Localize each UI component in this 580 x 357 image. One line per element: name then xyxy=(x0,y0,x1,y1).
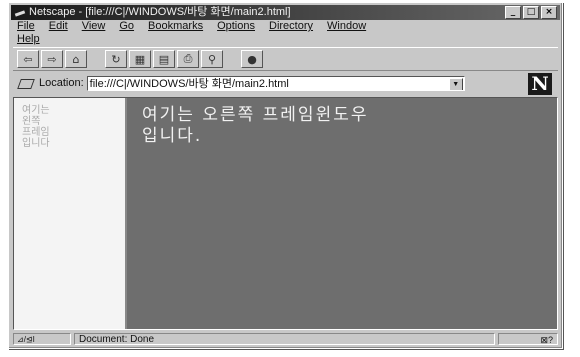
menu-directory[interactable]: Directory xyxy=(269,20,313,33)
location-value: file:///C|/WINDOWS/바탕 화면/main2.html xyxy=(89,77,289,90)
bookmark-icon[interactable] xyxy=(17,76,35,90)
forward-icon[interactable]: ⇨ xyxy=(41,50,63,68)
frameset: 여기는 왼쪽 프레임 입니다 여기는 오른쪽 프레임윈도우 입니다. xyxy=(13,97,558,330)
maximize-button[interactable]: □ xyxy=(523,6,539,19)
home-icon[interactable]: ⌂ xyxy=(65,50,87,68)
mail-icon[interactable]: ⊠? xyxy=(498,333,558,345)
status-text: Document: Done xyxy=(74,333,495,345)
browser-window: Netscape - [file:///C|/WINDOWS/바탕 화면/mai… xyxy=(8,2,563,349)
menu-edit[interactable]: Edit xyxy=(49,20,68,33)
status-bar: ⊿/⊴ⅼ Document: Done ⊠? xyxy=(13,332,558,346)
window-title: Netscape - [file:///C|/WINDOWS/바탕 화면/mai… xyxy=(29,6,291,18)
location-bar: Location: file:///C|/WINDOWS/바탕 화면/main2… xyxy=(13,71,558,95)
open-icon[interactable]: ▤ xyxy=(153,50,175,68)
menu-go[interactable]: Go xyxy=(119,20,134,33)
menu-help[interactable]: Help xyxy=(17,33,40,46)
close-button[interactable]: × xyxy=(541,6,557,19)
stop-icon[interactable]: ● xyxy=(241,50,263,68)
menu-bar: File Edit View Go Bookmarks Options Dire… xyxy=(13,20,558,46)
minimize-button[interactable]: _ xyxy=(505,6,521,19)
print-icon[interactable]: ⎙ xyxy=(177,50,199,68)
menu-file[interactable]: File xyxy=(17,20,35,33)
left-frame-line: 입니다 xyxy=(22,138,50,149)
right-frame-heading-line1: 여기는 오른쪽 프레임윈도우 xyxy=(142,105,369,125)
location-input[interactable]: file:///C|/WINDOWS/바탕 화면/main2.html ▼ xyxy=(86,75,465,91)
left-frame: 여기는 왼쪽 프레임 입니다 xyxy=(14,98,127,329)
left-frame-line: 왼쪽 xyxy=(22,116,41,127)
netscape-app-icon xyxy=(14,7,26,19)
chevron-down-icon[interactable]: ▼ xyxy=(448,77,463,90)
nav-toolbar: ⇦ ⇨ ⌂ ↻ ▦ ▤ ⎙ ⚲ ● xyxy=(13,47,558,71)
images-icon[interactable]: ▦ xyxy=(129,50,151,68)
right-frame: 여기는 오른쪽 프레임윈도우 입니다. xyxy=(127,98,557,329)
menu-window[interactable]: Window xyxy=(327,20,366,33)
title-bar: Netscape - [file:///C|/WINDOWS/바탕 화면/mai… xyxy=(11,5,560,20)
menu-view[interactable]: View xyxy=(82,20,106,33)
left-frame-line: 프레임 xyxy=(22,127,50,138)
menu-options[interactable]: Options xyxy=(217,20,255,33)
menu-bookmarks[interactable]: Bookmarks xyxy=(148,20,203,33)
right-frame-heading-line2: 입니다. xyxy=(142,126,203,146)
security-icon: ⊿/⊴ⅼ xyxy=(13,333,71,345)
reload-icon[interactable]: ↻ xyxy=(105,50,127,68)
back-icon[interactable]: ⇦ xyxy=(17,50,39,68)
left-frame-line: 여기는 xyxy=(22,105,50,116)
find-icon[interactable]: ⚲ xyxy=(201,50,223,68)
netscape-logo[interactable]: N xyxy=(528,73,552,95)
location-label: Location: xyxy=(39,77,84,89)
